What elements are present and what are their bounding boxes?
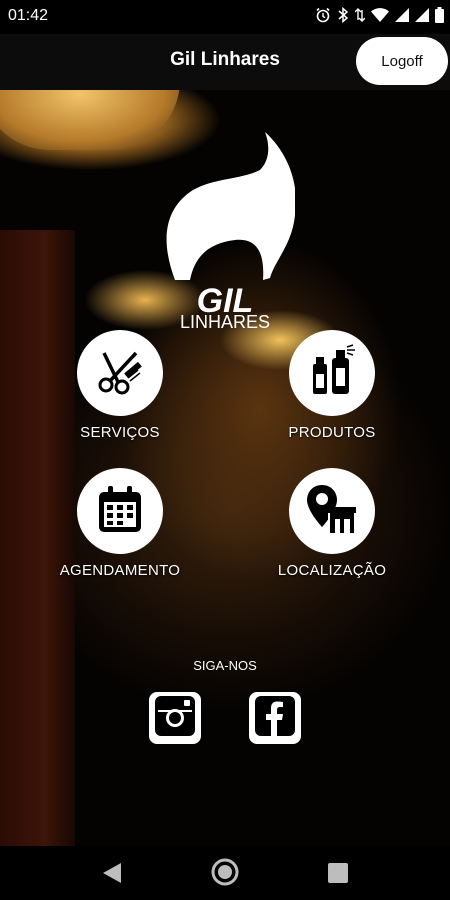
signal-icon — [395, 7, 409, 28]
app-bar: Gil Linhares Logoff — [0, 34, 450, 90]
servicos-circle[interactable] — [77, 330, 163, 416]
scissors-comb-icon — [94, 345, 146, 402]
menu-item-servicos[interactable]: SERVIÇOS — [45, 330, 195, 441]
logo-linhares-text: LINHARES — [180, 312, 270, 330]
menu-item-produtos[interactable]: PRODUTOS — [257, 330, 407, 441]
battery-icon — [435, 7, 444, 28]
instagram-button[interactable] — [149, 692, 201, 744]
background-lamp — [0, 90, 180, 150]
home-icon[interactable] — [211, 858, 239, 891]
bluetooth-icon — [337, 6, 349, 28]
navigation-bar — [0, 846, 450, 900]
back-icon[interactable] — [101, 862, 123, 889]
alarm-icon — [315, 7, 331, 28]
wifi-icon — [371, 7, 389, 28]
agendamento-label: AGENDAMENTO — [59, 562, 181, 579]
facebook-button[interactable] — [249, 692, 301, 744]
logoff-button[interactable]: Logoff — [356, 37, 448, 85]
servicos-label: SERVIÇOS — [80, 424, 160, 441]
brand-logo: GIL LINHARES — [166, 132, 295, 330]
status-icons — [315, 6, 444, 28]
agendamento-circle[interactable] — [77, 468, 163, 554]
main-content: GIL LINHARES SERVIÇOS PRODUTOS AGENDAMEN… — [0, 90, 450, 846]
calendar-icon — [96, 484, 144, 539]
menu-item-localizacao[interactable]: LOCALIZAÇÃO — [257, 468, 407, 579]
facebook-icon — [255, 695, 295, 741]
localizacao-circle[interactable] — [289, 468, 375, 554]
recents-icon[interactable] — [328, 863, 348, 888]
instagram-icon — [155, 695, 195, 741]
data-icon — [354, 7, 366, 28]
produtos-label: PRODUTOS — [288, 424, 376, 441]
location-store-icon — [306, 483, 358, 540]
spray-bottles-icon — [307, 343, 357, 403]
status-time: 01:42 — [8, 7, 49, 24]
menu-item-agendamento[interactable]: AGENDAMENTO — [45, 468, 195, 579]
signal-icon — [415, 7, 429, 28]
localizacao-label: LOCALIZAÇÃO — [277, 562, 387, 579]
produtos-circle[interactable] — [289, 330, 375, 416]
status-bar: 01:42 — [0, 0, 450, 34]
follow-us-label: SIGA-NOS — [193, 658, 257, 673]
